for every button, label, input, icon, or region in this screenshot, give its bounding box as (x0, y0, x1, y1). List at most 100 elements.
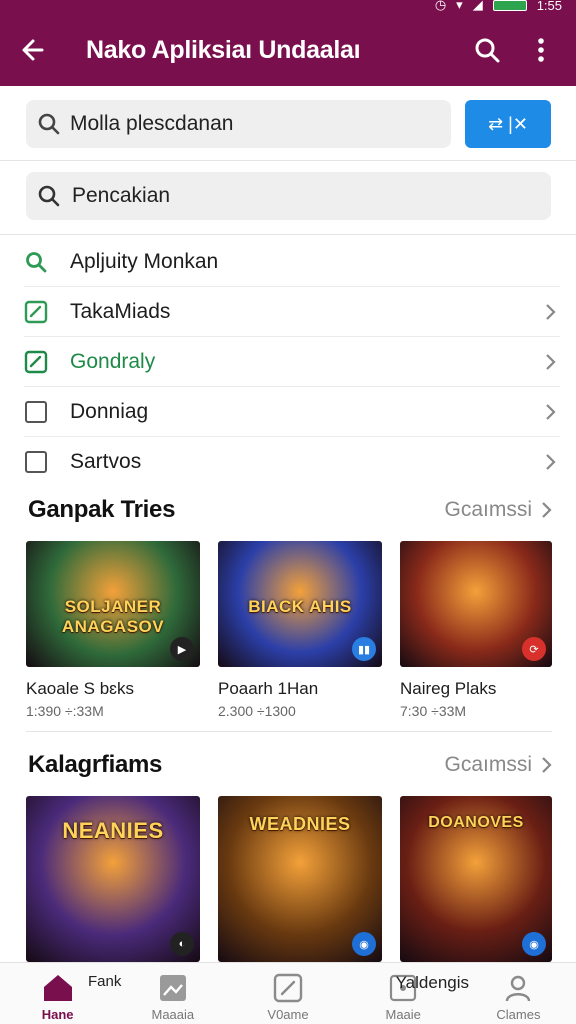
game-title: Naireg Plaks (400, 679, 497, 698)
game-card-row: NEANIES ◐ WEADNIES ◉ DOANOVES ◉ (26, 796, 552, 962)
app-bar: Nako Apliksiaı Undaalaı (0, 14, 576, 86)
game-card[interactable]: SOLJANER ANAGASOV ▶ Kaoale S bɛks 1:390 … (26, 541, 200, 719)
more-vertical-icon (538, 38, 544, 62)
menu-item-apljuity-monkan[interactable]: Apljuity Monkan (24, 237, 560, 287)
appbar-search-button[interactable] (460, 14, 514, 86)
menu-item-label: Gondraly (70, 349, 156, 373)
game-thumbnail: NEANIES ◐ (26, 796, 200, 962)
game-card[interactable]: WEADNIES ◉ (218, 796, 382, 962)
chevron-right-icon (542, 757, 552, 773)
search-input[interactable]: Molla plescdanan (26, 100, 451, 148)
search-icon (26, 251, 47, 272)
status-bar: ◷ ▾ ◢ 1:55 (0, 0, 576, 14)
game-thumbnail: SOLJANER ANAGASOV ▶ (26, 541, 200, 667)
image-icon (159, 975, 186, 1001)
overflow-menu-button[interactable] (514, 14, 568, 86)
edit-box-icon (24, 300, 48, 323)
chevron-right-icon (546, 454, 556, 470)
see-more-link[interactable]: Gcaımssi (444, 753, 552, 777)
chevron-right-icon (546, 353, 556, 370)
game-title: Poaarh 1Han (218, 679, 319, 698)
play-badge-icon: ▶ (170, 637, 194, 661)
search-icon (475, 38, 500, 63)
nav-label: Clames (496, 1007, 541, 1022)
section-title: Kalagrfiams (28, 751, 163, 778)
home-icon (43, 975, 72, 1001)
game-meta: 1:390 ÷:33M (26, 703, 104, 719)
menu-item-label: Donniag (70, 399, 149, 423)
back-button[interactable] (0, 14, 66, 86)
section-header: Ganpak Tries Gcaımssi (28, 496, 552, 524)
divider (0, 160, 576, 161)
game-thumbnail: DOANOVES ◉ (400, 796, 552, 962)
nav-label: Hane (41, 1007, 74, 1022)
game-art-logo: DOANOVES (428, 814, 524, 831)
search-row: Molla plescdanan ⇄ |✕ (26, 100, 551, 148)
see-more-label: Gcaımssi (444, 498, 532, 521)
search-icon (38, 185, 60, 207)
secondary-search-input[interactable]: Pencakian (26, 172, 551, 220)
menu-item-label: TakaMiads (70, 299, 171, 323)
game-thumbnail: ⟳ (400, 541, 552, 667)
chevron-right-icon (546, 403, 556, 420)
menu-item-donniag[interactable]: Donniag (24, 387, 560, 437)
alarm-icon: ◷ (434, 0, 447, 12)
menu-item-gondraly[interactable]: Gondraly (24, 337, 560, 387)
game-card[interactable]: DOANOVES ◉ (400, 796, 552, 962)
chevron-right-icon (546, 303, 556, 320)
section-header: Kalagrfiams Gcaımssi (28, 751, 552, 779)
see-more-label: Gcaımssi (444, 753, 532, 776)
game-art-logo: NEANIES (62, 818, 164, 843)
game-card[interactable]: BIACK AHIS ▮▮ Poaarh 1Han 2.300 ÷1300 (218, 541, 382, 719)
nav-item-maaaia[interactable]: Maaaia (115, 963, 230, 1024)
chevron-right-icon (542, 502, 552, 518)
person-icon (506, 975, 531, 1002)
nav-item-home[interactable]: Fank Hane (0, 963, 122, 1024)
play-badge-icon: ▮▮ (352, 637, 376, 661)
search-input-value: Molla plescdanan (70, 112, 234, 135)
arrow-left-icon (22, 39, 44, 61)
checkbox-icon (25, 400, 47, 423)
game-meta: 2.300 ÷1300 (218, 703, 296, 719)
game-card[interactable]: NEANIES ◐ (26, 796, 200, 962)
play-badge-icon: ◐ (170, 932, 194, 956)
nav-item-maaie[interactable]: Yaldengis Maaie (346, 963, 470, 1024)
see-more-link[interactable]: Gcaımssi (444, 498, 552, 522)
game-card[interactable]: ⟳ Naireg Plaks 7:30 ÷33M (400, 541, 552, 719)
search-icon (38, 113, 60, 135)
divider (0, 234, 576, 235)
nav-label: Maaaia (151, 1007, 195, 1022)
nav-label: Maaie (385, 1007, 421, 1022)
game-meta: 7:30 ÷33M (400, 703, 467, 719)
battery-icon (492, 0, 527, 11)
play-badge-icon: ◉ (522, 932, 546, 956)
game-thumbnail: BIACK AHIS ▮▮ (218, 541, 382, 667)
game-art-logo: BIACK AHIS (248, 597, 352, 616)
page-title: Nako Apliksiaı Undaalaı (86, 35, 361, 64)
nav-item-v0ame[interactable]: V0ame (230, 963, 345, 1024)
status-time: 1:55 (536, 0, 562, 13)
signal-icon: ◢ (472, 0, 483, 12)
menu-item-takamiads[interactable]: TakaMiads (24, 287, 560, 337)
menu-list: Apljuity Monkan TakaMiads Gondraly Donni… (24, 237, 560, 487)
secondary-search-value: Pencakian (72, 184, 171, 207)
game-art-logo: SOLJANER ANAGASOV (61, 597, 165, 636)
nav-label: V0ame (267, 1007, 309, 1022)
nav-item-clames[interactable]: Clames (461, 963, 576, 1024)
checkbox-edit-icon (24, 350, 48, 373)
game-card-row: SOLJANER ANAGASOV ▶ Kaoale S bɛks 1:390 … (26, 541, 552, 719)
section-title: Ganpak Tries (28, 496, 176, 523)
game-thumbnail: WEADNIES ◉ (218, 796, 382, 962)
play-badge-icon: ◉ (352, 932, 376, 956)
game-title: Kaoale S bɛks (26, 679, 134, 698)
play-badge-icon: ⟳ (522, 637, 546, 661)
checkbox-icon (25, 451, 47, 473)
menu-item-label: Sartvos (70, 450, 142, 473)
filter-button[interactable]: ⇄ |✕ (465, 100, 551, 148)
bottom-navigation: Fank Hane Maaaia V0ame Yaldengis Maaie C… (0, 962, 576, 1024)
edit-icon (273, 973, 303, 1003)
menu-item-label: Apljuity Monkan (70, 249, 219, 273)
filter-button-label: ⇄ |✕ (488, 113, 528, 134)
nav-float-label: Yaldengis (395, 973, 470, 992)
menu-item-sartvos[interactable]: Sartvos (24, 437, 560, 487)
